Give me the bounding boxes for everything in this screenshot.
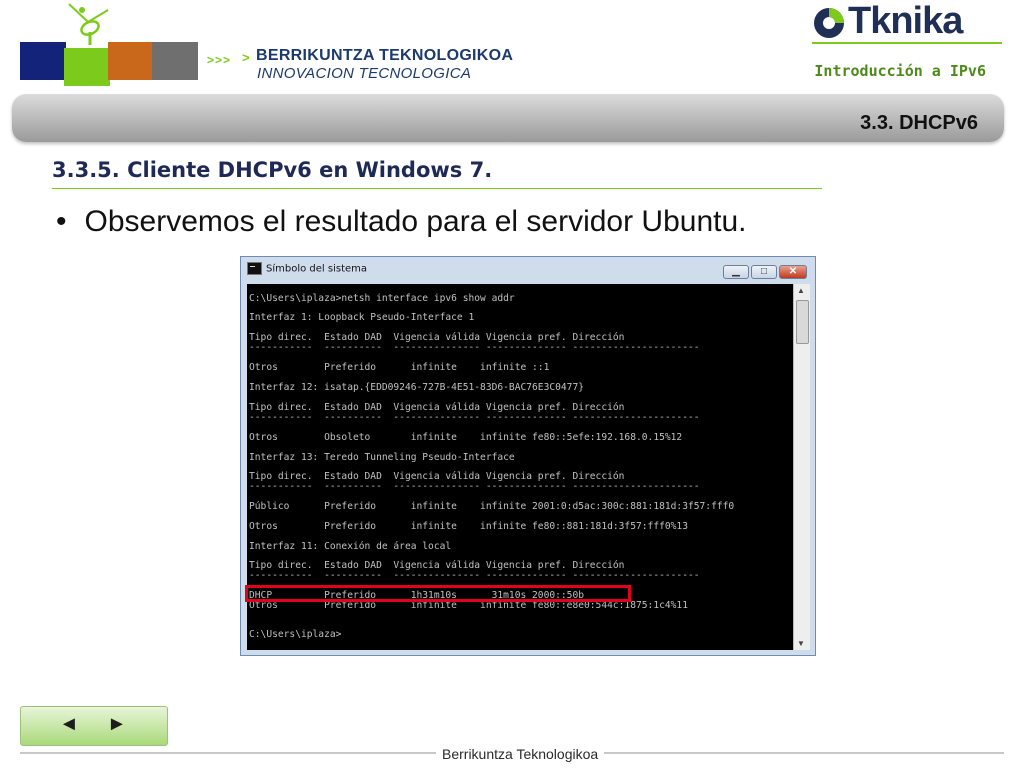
window-title: Símbolo del sistema	[266, 263, 368, 275]
cmd-icon	[247, 262, 262, 275]
console-line: ----------- ---------- --------------- -…	[249, 570, 700, 581]
header-arrow-small: >	[242, 50, 250, 65]
header-block-gray	[152, 42, 198, 80]
header-block-navy	[20, 42, 66, 80]
close-button[interactable]: ✕	[779, 265, 807, 279]
console-line: Interfaz 1: Loopback Pseudo-Interface 1	[249, 312, 475, 323]
section-title: 3.3. DHCPv6	[860, 112, 978, 134]
brand-line-1: BERRIKUNTZA TEKNOLOGIKOA	[256, 47, 514, 64]
console-line: Interfaz 12: isatap.{EDD09246-727B-4E51-…	[249, 382, 585, 393]
console-line: ----------- ---------- --------------- -…	[249, 342, 700, 353]
console-line: Otros Preferido infinite infinite fe80::…	[249, 521, 688, 532]
bullet-text: Observemos el resultado para el servidor…	[84, 205, 747, 238]
scroll-down-icon[interactable]: ▼	[797, 639, 805, 648]
console-line: ----------- ---------- --------------- -…	[249, 481, 700, 492]
scroll-up-icon[interactable]: ▲	[797, 286, 805, 295]
next-arrow-icon[interactable]: ►	[107, 713, 127, 736]
highlight-box	[245, 585, 631, 602]
minimize-button[interactable]: ▁	[723, 265, 749, 279]
tknika-underline	[812, 42, 1002, 44]
header-block-green	[64, 48, 110, 86]
prev-arrow-icon[interactable]: ◄	[59, 713, 79, 736]
console-line: C:\Users\iplaza>	[249, 629, 342, 640]
bullet-item: • Observemos el resultado para el servido…	[56, 205, 747, 239]
slide-nav: ◄ ►	[20, 706, 168, 746]
console-line: Público Preferido infinite infinite 2001…	[249, 501, 735, 512]
header-block-orange	[108, 42, 154, 80]
console-line: Otros Obsoleto infinite infinite fe80::5…	[249, 432, 683, 443]
console-line: Interfaz 13: Teredo Tunneling Pseudo-Int…	[249, 452, 515, 463]
section-band	[12, 94, 1004, 142]
console-line: ----------- ---------- --------------- -…	[249, 412, 700, 423]
maximize-button[interactable]: □	[751, 265, 777, 279]
tknika-logo-icon	[814, 8, 844, 38]
slide-subtitle: 3.3.5. Cliente DHCPv6 en Windows 7.	[52, 158, 493, 182]
console-line: Otros Preferido infinite infinite ::1	[249, 362, 550, 373]
subtitle-underline	[52, 188, 822, 189]
brand-line-2: INNOVACION TECNOLOGICA	[257, 65, 472, 82]
tknika-logo-text: Tknika	[848, 0, 963, 42]
footer-text: Berrikuntza Teknologikoa	[436, 746, 605, 762]
console-line: Interfaz 11: Conexión de área local	[249, 541, 452, 552]
scrollbar[interactable]: ▲ ▼	[793, 284, 810, 650]
topic-title: Introducción a IPv6	[814, 62, 986, 80]
header-arrows: >>>	[207, 53, 232, 67]
antenna-figure-icon	[68, 3, 109, 45]
scrollbar-thumb[interactable]	[796, 300, 809, 344]
console-line: C:\Users\iplaza>netsh interface ipv6 sho…	[249, 293, 515, 304]
bullet-marker: •	[56, 205, 67, 238]
